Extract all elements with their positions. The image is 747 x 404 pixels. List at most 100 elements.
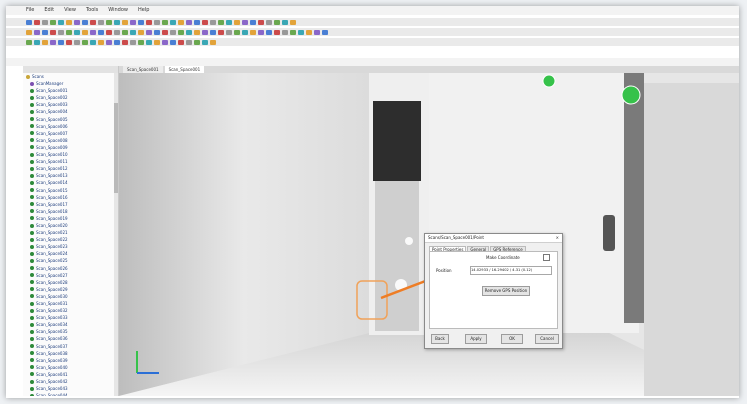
menu-window[interactable]: Window [108, 6, 128, 15]
toolbar-tool-icon[interactable] [298, 29, 304, 35]
toolbar-tool-icon[interactable] [314, 29, 320, 35]
toolbar-tool-icon[interactable] [234, 29, 240, 35]
tree-item-scan[interactable]: Scan_Space043 [23, 385, 118, 392]
tree-item-scan[interactable]: Scan_Space010 [23, 151, 118, 158]
toolbar-tool-icon[interactable] [210, 39, 216, 45]
tree-item-scan[interactable]: Scan_Space022 [23, 236, 118, 243]
toolbar-tool-icon[interactable] [178, 39, 184, 45]
tree-root[interactable]: Scans [23, 73, 118, 80]
toolbar-tool-icon[interactable] [114, 39, 120, 45]
toolbar-tool-icon[interactable] [26, 29, 32, 35]
tree-item-scan[interactable]: Scan_Space033 [23, 314, 118, 321]
tree-item-scan[interactable]: Scan_Space014 [23, 179, 118, 186]
toolbar-tool-icon[interactable] [82, 39, 88, 45]
toolbar-tool-icon[interactable] [114, 29, 120, 35]
toolbar-tool-icon[interactable] [98, 19, 104, 25]
tree-item-scan[interactable]: Scan_Space028 [23, 279, 118, 286]
toolbar-tool-icon[interactable] [306, 29, 312, 35]
tree-item-scan[interactable]: Scan_Space001 [23, 87, 118, 94]
toolbar-tool-icon[interactable] [42, 19, 48, 25]
toolbar-tool-icon[interactable] [282, 19, 288, 25]
scrollbar-thumb[interactable] [114, 103, 118, 193]
tree-item-scan[interactable]: Scan_Space011 [23, 158, 118, 165]
toolbar-tool-icon[interactable] [202, 19, 208, 25]
toolbar-tool-icon[interactable] [282, 29, 288, 35]
toolbar-tool-icon[interactable] [122, 29, 128, 35]
make-coordinate-checkbox[interactable] [543, 254, 550, 261]
tree-item-scan[interactable]: Scan_Space023 [23, 243, 118, 250]
tree-item-scan[interactable]: Scan_Space019 [23, 215, 118, 222]
menu-help[interactable]: Help [138, 6, 149, 15]
tree-item-scan[interactable]: Scan_Space036 [23, 335, 118, 342]
toolbar-tool-icon[interactable] [170, 19, 176, 25]
toolbar-tool-icon[interactable] [106, 19, 112, 25]
toolbar-tool-icon[interactable] [90, 29, 96, 35]
tree-item-scan[interactable]: Scan_Space032 [23, 307, 118, 314]
toolbar-tool-icon[interactable] [250, 29, 256, 35]
toolbar-tool-icon[interactable] [202, 39, 208, 45]
tree-item-scan[interactable]: Scan_Space038 [23, 350, 118, 357]
tree-item-scan[interactable]: Scan_Space021 [23, 229, 118, 236]
toolbar-tool-icon[interactable] [82, 29, 88, 35]
toolbar-tool-icon[interactable] [26, 19, 32, 25]
toolbar-tool-icon[interactable] [98, 39, 104, 45]
toolbar-tool-icon[interactable] [226, 29, 232, 35]
tree-item-scan[interactable]: Scan_Space044 [23, 392, 118, 396]
tree-item-scan[interactable]: Scan_Space029 [23, 286, 118, 293]
toolbar-tool-icon[interactable] [138, 39, 144, 45]
toolbar-tool-icon[interactable] [258, 19, 264, 25]
toolbar-tool-icon[interactable] [162, 29, 168, 35]
toolbar-tool-icon[interactable] [290, 29, 296, 35]
tree-item-scan[interactable]: Scan_Space041 [23, 371, 118, 378]
toolbar-tool-icon[interactable] [82, 19, 88, 25]
toolbar-tool-icon[interactable] [218, 19, 224, 25]
toolbar-tool-icon[interactable] [178, 29, 184, 35]
toolbar-tool-icon[interactable] [146, 39, 152, 45]
toolbar-tool-icon[interactable] [250, 19, 256, 25]
toolbar-tool-icon[interactable] [234, 19, 240, 25]
toolbar-tool-icon[interactable] [186, 29, 192, 35]
tree-item-scan[interactable]: Scan_Space025 [23, 257, 118, 264]
tree-item-scan[interactable]: Scan_Space002 [23, 94, 118, 101]
tree-item-scan[interactable]: Scan_Space026 [23, 265, 118, 272]
tree-item-scan[interactable]: Scan_Space042 [23, 378, 118, 385]
toolbar-tool-icon[interactable] [322, 29, 328, 35]
tree-item-scan[interactable]: Scan_Space035 [23, 328, 118, 335]
menu-view[interactable]: View [64, 6, 76, 15]
toolbar-tool-icon[interactable] [42, 39, 48, 45]
tree-item-scan[interactable]: Scan_Space006 [23, 123, 118, 130]
toolbar-tool-icon[interactable] [26, 39, 32, 45]
tree-item-scan[interactable]: Scan_Space004 [23, 108, 118, 115]
tab-scan-view-2[interactable]: Scan_Space001 [164, 66, 205, 73]
toolbar-tool-icon[interactable] [106, 39, 112, 45]
toolbar-tool-icon[interactable] [178, 19, 184, 25]
toolbar-tool-icon[interactable] [146, 19, 152, 25]
toolbar-tool-icon[interactable] [138, 29, 144, 35]
toolbar-tool-icon[interactable] [90, 39, 96, 45]
tree-item-scan[interactable]: Scan_Space003 [23, 101, 118, 108]
toolbar-tool-icon[interactable] [58, 19, 64, 25]
toolbar-tool-icon[interactable] [146, 29, 152, 35]
toolbar-tool-icon[interactable] [210, 19, 216, 25]
toolbar-tool-icon[interactable] [194, 29, 200, 35]
toolbar-tool-icon[interactable] [154, 39, 160, 45]
tree-item-scan[interactable]: Scan_Space018 [23, 208, 118, 215]
toolbar-tool-icon[interactable] [58, 29, 64, 35]
toolbar-tool-icon[interactable] [138, 19, 144, 25]
toolbar-tool-icon[interactable] [42, 29, 48, 35]
toolbar-tool-icon[interactable] [90, 19, 96, 25]
toolbar-tool-icon[interactable] [122, 19, 128, 25]
toolbar-tool-icon[interactable] [34, 19, 40, 25]
toolbar-tool-icon[interactable] [210, 29, 216, 35]
tree-scanmanager[interactable]: ScanManager [23, 80, 118, 87]
toolbar-tool-icon[interactable] [274, 19, 280, 25]
tree-item-scan[interactable]: Scan_Space005 [23, 116, 118, 123]
toolbar-tool-icon[interactable] [130, 39, 136, 45]
tree-item-scan[interactable]: Scan_Space017 [23, 201, 118, 208]
toolbar-tool-icon[interactable] [34, 39, 40, 45]
position-field[interactable]: 14.02933 / 16.29402 / 4.31 (0.12) [470, 266, 552, 275]
toolbar-tool-icon[interactable] [74, 29, 80, 35]
toolbar-tool-icon[interactable] [226, 19, 232, 25]
remove-gps-position-button[interactable]: Remove GPS Position [482, 286, 530, 296]
toolbar-tool-icon[interactable] [162, 19, 168, 25]
